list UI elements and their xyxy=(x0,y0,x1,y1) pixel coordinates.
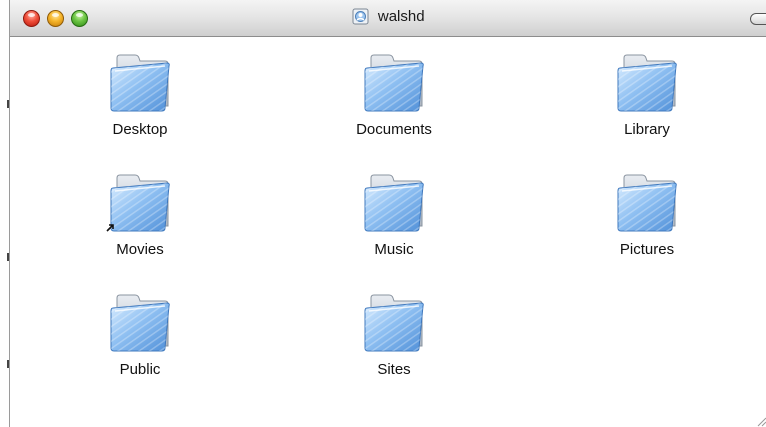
folder-label: Library xyxy=(624,121,670,138)
folder-documents[interactable]: Documents xyxy=(329,52,459,152)
folder-pictures[interactable]: Pictures xyxy=(582,172,712,272)
finder-window: walshd Desktop Documents Library Movies … xyxy=(9,0,766,427)
folder-label: Desktop xyxy=(112,121,168,138)
folder-desktop[interactable]: Desktop xyxy=(75,52,205,152)
folder-movies[interactable]: Movies xyxy=(75,172,205,272)
toolbar-toggle-button[interactable] xyxy=(750,13,766,25)
folder-icon xyxy=(361,172,427,234)
folder-icon xyxy=(614,172,680,234)
folder-icon xyxy=(107,292,173,354)
folder-label: Pictures xyxy=(619,241,675,258)
folder-label: Movies xyxy=(116,241,164,258)
alias-arrow-icon xyxy=(106,224,114,232)
folder-label: Sites xyxy=(377,361,411,378)
folder-label: Public xyxy=(119,361,161,378)
folder-music[interactable]: Music xyxy=(329,172,459,272)
folder-label: Music xyxy=(374,241,414,258)
resize-grip-icon[interactable] xyxy=(755,415,766,427)
icon-view: Desktop Documents Library Movies Music P… xyxy=(10,37,766,427)
title-bar[interactable]: walshd xyxy=(10,0,766,37)
folder-icon xyxy=(361,292,427,354)
folder-icon xyxy=(361,52,427,114)
folder-icon xyxy=(614,52,680,114)
home-folder-icon[interactable] xyxy=(352,8,369,25)
folder-library[interactable]: Library xyxy=(582,52,712,152)
window-title-text: walshd xyxy=(377,8,425,26)
folder-icon xyxy=(107,52,173,114)
folder-public[interactable]: Public xyxy=(75,292,205,392)
folder-icon xyxy=(107,172,173,234)
folder-label: Documents xyxy=(356,121,432,138)
folder-sites[interactable]: Sites xyxy=(329,292,459,392)
window-title: walshd xyxy=(10,8,766,28)
